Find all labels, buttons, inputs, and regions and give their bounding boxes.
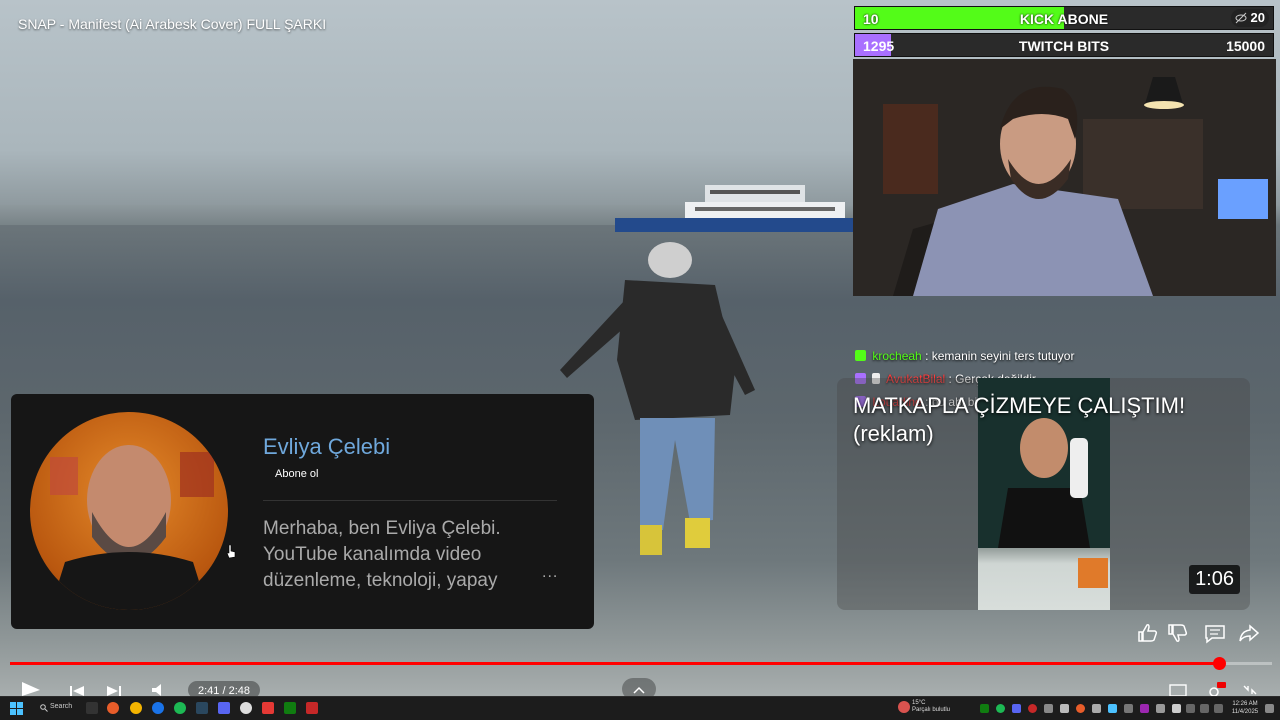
video-title: SNAP - Manifest (Ai Arabesk Cover) FULL … — [18, 16, 327, 32]
channel-avatar[interactable] — [30, 412, 228, 610]
progress-played — [10, 662, 1219, 665]
subscribe-button[interactable]: Abone ol — [275, 468, 318, 480]
task-view-icon[interactable] — [86, 702, 98, 714]
kick-subscriber-goal-bar: 10 KICK ABONE 20 — [854, 6, 1274, 30]
chat-message: krocheah : kemanin seyini ters tutuyor — [855, 348, 1255, 371]
tray-icon[interactable] — [1108, 704, 1117, 713]
tray-icon[interactable] — [1124, 704, 1133, 713]
play-icon[interactable] — [20, 680, 42, 696]
steam-icon[interactable] — [196, 702, 208, 714]
like-icon[interactable] — [1134, 618, 1164, 648]
xbox-icon[interactable] — [284, 702, 296, 714]
chrome-icon[interactable] — [130, 702, 142, 714]
notifications-icon[interactable] — [1265, 704, 1274, 713]
comments-icon[interactable] — [1200, 618, 1230, 648]
app-icon[interactable] — [306, 702, 318, 714]
tray-icon[interactable] — [1172, 704, 1181, 713]
app-icon[interactable] — [262, 702, 274, 714]
tray-icon[interactable] — [1060, 704, 1069, 713]
streamer-webcam — [853, 59, 1276, 296]
search-icon — [40, 704, 48, 712]
avatar-portrait — [50, 445, 214, 610]
endscreen-channel-card[interactable]: Evliya Çelebi Abone ol Merhaba, ben Evli… — [11, 394, 594, 629]
weather-icon — [898, 701, 910, 713]
previous-icon[interactable] — [68, 680, 86, 696]
far-shore — [0, 205, 700, 225]
kick-logo-icon — [855, 350, 866, 361]
weather-desc: Parçalı bulutlu — [912, 707, 951, 713]
obs-icon[interactable] — [240, 702, 252, 714]
firefox-icon[interactable] — [107, 702, 119, 714]
weather-widget[interactable]: 15°C Parçalı bulutlu — [912, 700, 950, 714]
endscreen-video-duration: 1:06 — [1189, 565, 1240, 594]
webcam-scene — [853, 59, 1276, 296]
subtitles-icon[interactable] — [1168, 680, 1188, 696]
taskbar-clock[interactable]: 12:26 AM 11/4/2025 — [1230, 700, 1260, 716]
divider — [263, 500, 557, 501]
share-icon[interactable] — [1234, 618, 1264, 648]
kick-goal-target: 20 — [1250, 10, 1265, 25]
weather-temp: 15°C — [912, 700, 926, 706]
taskbar-search[interactable]: Search — [50, 703, 72, 710]
channel-name[interactable]: Evliya Çelebi — [263, 434, 390, 460]
twitch-bits-goal-bar: 1295 TWITCH BITS 15000 — [854, 33, 1274, 57]
network-icon[interactable] — [1186, 704, 1195, 713]
tray-icon[interactable] — [996, 704, 1005, 713]
chat-username: krocheah — [872, 349, 922, 363]
tray-icon[interactable] — [980, 704, 989, 713]
clock-date: 11/4/2025 — [1231, 709, 1259, 715]
discord-icon[interactable] — [218, 702, 230, 714]
next-icon[interactable] — [105, 680, 123, 696]
twitch-goal-label: TWITCH BITS — [1018, 38, 1110, 54]
twitch-goal-target: 15000 — [1226, 38, 1265, 54]
battery-icon[interactable] — [1214, 704, 1223, 713]
more-options-button[interactable]: ... — [542, 564, 558, 582]
progress-scrubber[interactable] — [1212, 657, 1226, 670]
hidden-eye-icon — [1235, 12, 1247, 24]
settings-gear-icon[interactable] — [1204, 680, 1226, 696]
video-progress-bar[interactable] — [10, 657, 1272, 670]
ferry-boat — [615, 185, 855, 232]
tray-icon[interactable] — [1012, 704, 1021, 713]
kick-goal-label: KICK ABONE — [1019, 11, 1109, 27]
fullscreen-exit-icon[interactable] — [1240, 680, 1260, 696]
tray-icon[interactable] — [1028, 704, 1037, 713]
tray-icon[interactable] — [1044, 704, 1053, 713]
windows-start-icon[interactable] — [10, 702, 23, 715]
clock-time: 12:26 AM — [1232, 701, 1258, 707]
endscreen-video-title: MATKAPLA ÇİZMEYE ÇALIŞTIM! (reklam) — [853, 393, 1186, 446]
endscreen-video-card[interactable]: MATKAPLA ÇİZMEYE ÇALIŞTIM! (reklam) 1:06 — [837, 378, 1250, 610]
tray-icon[interactable] — [1092, 704, 1101, 713]
tray-icon[interactable] — [1140, 704, 1149, 713]
spotify-icon[interactable] — [174, 702, 186, 714]
windows-taskbar: Search 15°C Parçalı bulutlu 12:26 AM 11/… — [0, 696, 1280, 720]
hand-cursor-icon — [226, 545, 236, 559]
channel-description: Merhaba, ben Evliya Çelebi. YouTube kana… — [263, 518, 501, 591]
kick-goal-target-badge: 20 — [1231, 9, 1269, 27]
dislike-icon[interactable] — [1164, 618, 1194, 648]
volume-tray-icon[interactable] — [1200, 704, 1209, 713]
tray-icon[interactable] — [1076, 704, 1085, 713]
volume-icon[interactable] — [150, 680, 170, 696]
chat-text: : kemanin seyini ters tutuyor — [925, 349, 1075, 363]
tray-icon[interactable] — [1156, 704, 1165, 713]
browser-icon[interactable] — [152, 702, 164, 714]
